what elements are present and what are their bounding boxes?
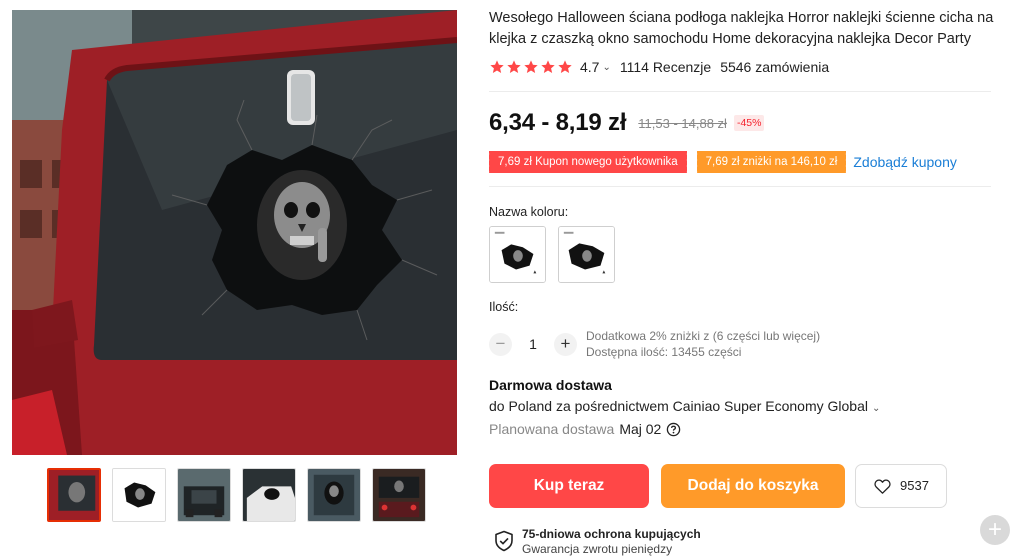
quantity-label: Ilość: bbox=[489, 300, 519, 314]
add-to-cart-button[interactable]: Dodaj do koszyka bbox=[661, 464, 845, 508]
current-price: 6,34 - 8,19 zł bbox=[489, 109, 627, 136]
heart-icon bbox=[874, 478, 891, 494]
available-quantity: Dostępna ilość: 13455 części bbox=[586, 345, 742, 359]
color-option-1[interactable] bbox=[489, 226, 546, 283]
chevron-down-icon[interactable]: ⌄ bbox=[872, 403, 880, 414]
shipping-method-text: do Poland za pośrednictwem Cainiao Super… bbox=[489, 398, 868, 414]
thumbnail-5[interactable] bbox=[307, 468, 361, 522]
thumbnail-3[interactable] bbox=[177, 468, 231, 522]
quantity-stepper: − 1 + Dodatkowa 2% zniżki z (6 części lu… bbox=[489, 328, 820, 360]
chevron-down-icon[interactable]: ⌄ bbox=[602, 62, 610, 73]
shipping-title: Darmowa dostawa bbox=[489, 377, 612, 393]
star-icon bbox=[507, 60, 521, 73]
thumbnail-strip bbox=[47, 468, 426, 522]
quantity-decrease-button[interactable]: − bbox=[489, 332, 512, 356]
new-user-coupon[interactable]: 7,69 zł Kupon nowego użytkownika bbox=[487, 151, 687, 173]
thumbnail-1[interactable] bbox=[47, 468, 101, 522]
quantity-increase-button[interactable]: + bbox=[554, 332, 577, 356]
planned-delivery: Planowana dostawa Maj 02 bbox=[489, 421, 681, 437]
color-label: Nazwa koloru: bbox=[489, 205, 569, 219]
buy-now-button[interactable]: Kup teraz bbox=[489, 464, 649, 508]
help-icon[interactable] bbox=[666, 422, 681, 437]
buyer-protection-title: 75-dniowa ochrona kupujących bbox=[522, 527, 701, 541]
color-options bbox=[489, 226, 615, 283]
floating-plus-button[interactable]: + bbox=[980, 515, 1010, 545]
planned-delivery-date: Maj 02 bbox=[619, 421, 662, 437]
shipping-method[interactable]: do Poland za pośrednictwem Cainiao Super… bbox=[489, 398, 889, 414]
action-buttons: Kup teraz Dodaj do koszyka 9537 bbox=[489, 464, 947, 508]
rating-row: 4.7 ⌄ 1114 Recenzje 5546 zamówienia bbox=[489, 59, 829, 75]
star-icon bbox=[558, 60, 572, 73]
product-title: Wesołego Halloween ściana podłoga naklej… bbox=[489, 10, 994, 47]
main-product-image[interactable] bbox=[12, 10, 457, 455]
original-price: 11,53 - 14,88 zł bbox=[638, 115, 727, 131]
rating-value[interactable]: 4.7 bbox=[580, 59, 599, 75]
thumbnail-2[interactable] bbox=[112, 468, 166, 522]
thumbnail-6[interactable] bbox=[372, 468, 426, 522]
divider bbox=[489, 186, 991, 187]
quantity-info: Dodatkowa 2% zniżki z (6 części lub więc… bbox=[586, 328, 820, 360]
buyer-protection-subtitle: Gwarancja zwrotu pieniędzy bbox=[522, 542, 673, 556]
star-icon bbox=[541, 60, 555, 73]
thumbnail-4[interactable] bbox=[242, 468, 296, 522]
discount-badge: -45% bbox=[733, 115, 765, 131]
divider bbox=[489, 91, 991, 92]
coupon-row: 7,69 zł Kupon nowego użytkownika 7,69 zł… bbox=[487, 151, 957, 173]
bulk-discount-note: Dodatkowa 2% zniżki z (6 części lub więc… bbox=[586, 329, 821, 343]
star-icon bbox=[490, 60, 504, 73]
wishlist-button[interactable]: 9537 bbox=[855, 464, 947, 508]
orders-count: 5546 zamówienia bbox=[720, 59, 830, 75]
buyer-protection[interactable]: 75-dniowa ochrona kupujących Gwarancja z… bbox=[494, 527, 701, 557]
price-row: 6,34 - 8,19 zł 11,53 - 14,88 zł -45% bbox=[489, 109, 765, 137]
quantity-input[interactable]: 1 bbox=[512, 336, 554, 352]
shield-check-icon bbox=[495, 530, 513, 552]
rating-stars bbox=[489, 59, 573, 75]
planned-delivery-label: Planowana dostawa bbox=[489, 421, 615, 437]
reviews-link[interactable]: 1114 Recenzje bbox=[620, 59, 711, 75]
star-icon bbox=[524, 60, 538, 73]
wishlist-count: 9537 bbox=[900, 478, 929, 493]
get-coupons-link[interactable]: Zdobądź kupony bbox=[853, 154, 957, 170]
color-option-2[interactable] bbox=[558, 226, 615, 283]
store-coupon[interactable]: 7,69 zł zniżki na 146,10 zł bbox=[694, 151, 847, 173]
